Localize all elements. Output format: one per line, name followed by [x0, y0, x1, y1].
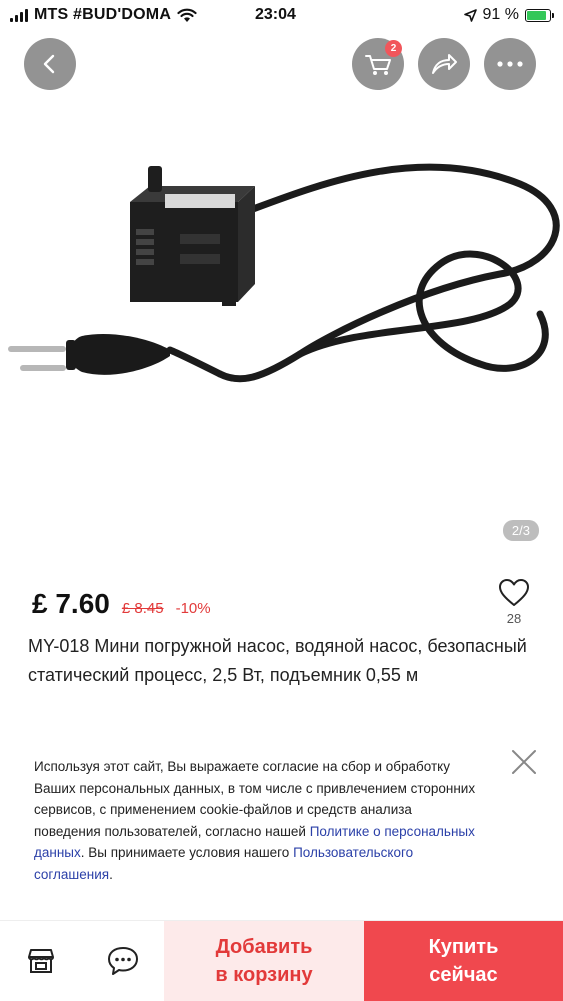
chat-icon [108, 947, 138, 975]
signal-icon [10, 8, 28, 22]
share-button[interactable] [418, 38, 470, 90]
cart-button[interactable]: 2 [352, 38, 404, 90]
clock: 23:04 [255, 6, 296, 23]
chat-button[interactable] [82, 921, 164, 1001]
old-price: £ 8.45 [121, 600, 164, 617]
cookie-close-button[interactable] [508, 746, 540, 778]
current-price: £ 7.60 [32, 588, 110, 619]
close-icon [512, 750, 536, 774]
battery-icon [525, 8, 554, 22]
status-bar: MTS #BUD'DOMA 23:04 91 % [0, 0, 563, 34]
location-arrow-icon [463, 8, 477, 22]
back-button[interactable] [24, 38, 76, 90]
discount-badge: -10% [175, 600, 211, 617]
wifi-icon [177, 8, 197, 22]
product-photo [8, 163, 560, 383]
wishlist-count: 28 [506, 611, 522, 626]
buy-now-button[interactable]: Купить сейчас [364, 921, 563, 1001]
carrier-name: MTS #BUD'DOMA [34, 6, 172, 23]
image-counter: 2/3 [502, 520, 539, 541]
bottom-action-bar: Добавить в корзину Купить сейчас [0, 920, 563, 1001]
cookie-notice: Используя этот сайт, Вы выражаете соглас… [0, 740, 563, 915]
add-to-cart-button[interactable]: Добавить в корзину [164, 921, 364, 1001]
wishlist-button[interactable]: 28 [494, 578, 534, 626]
product-image-gallery[interactable]: 2 [0, 34, 563, 524]
more-icon [497, 61, 523, 67]
store-button[interactable] [0, 921, 82, 1001]
cookie-text: Используя этот сайт, Вы выражаете соглас… [34, 759, 476, 882]
product-title: MY-018 Мини погружной насос, водяной нас… [28, 636, 527, 685]
price-row: £ 7.60 £ 8.45 -10% [32, 588, 211, 620]
share-icon [432, 54, 457, 74]
store-icon [28, 949, 54, 973]
cart-count-badge: 2 [385, 40, 402, 57]
back-icon [43, 54, 55, 74]
heart-icon [499, 579, 529, 606]
battery-percent: 91 % [482, 6, 519, 23]
more-button[interactable] [484, 38, 536, 90]
